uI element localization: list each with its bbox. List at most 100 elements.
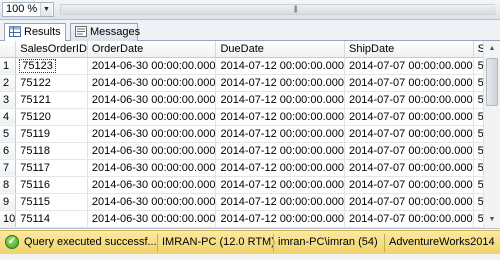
column-header-salesorderid[interactable]: SalesOrderID bbox=[15, 41, 88, 58]
salesorderid-cell[interactable]: 75123 bbox=[15, 57, 88, 75]
column-header-shipdate[interactable]: ShipDate bbox=[344, 41, 474, 58]
duedate-cell[interactable]: 2014-07-12 00:00:00.000 bbox=[215, 159, 346, 177]
results-table: SalesOrderID OrderDate DueDate ShipDate … bbox=[0, 41, 500, 228]
orderdate-cell[interactable]: 2014-06-30 00:00:00.000 bbox=[87, 74, 217, 92]
shipdate-cell-text: 2014-07-07 00:00:00.000 bbox=[349, 93, 473, 106]
column-header-orderdate[interactable]: OrderDate bbox=[87, 41, 217, 58]
salesorderid-cell-text: 75122 bbox=[20, 76, 51, 89]
orderdate-cell-text: 2014-06-30 00:00:00.000 bbox=[91, 93, 216, 106]
salesorderid-cell[interactable]: 75120 bbox=[15, 108, 88, 126]
row-number[interactable]: 2 bbox=[0, 74, 17, 92]
tab-messages-label: Messages bbox=[90, 26, 141, 38]
tab-results[interactable]: Results bbox=[4, 23, 66, 42]
table-row[interactable]: 8 75116 2014-06-30 00:00:00.000 2014-07-12 … bbox=[0, 176, 500, 194]
shipdate-cell[interactable]: 2014-07-07 00:00:00.000 bbox=[344, 91, 474, 109]
messages-icon bbox=[75, 26, 87, 40]
column-header-duedate[interactable]: DueDate bbox=[215, 41, 346, 58]
row-number[interactable]: 3 bbox=[0, 91, 17, 109]
shipdate-cell-text: 2014-07-07 00:00:00.000 bbox=[349, 195, 473, 208]
salesorderid-cell[interactable]: 75119 bbox=[15, 125, 88, 143]
row-number[interactable]: 5 bbox=[0, 125, 17, 143]
table-row[interactable]: 5 75119 2014-06-30 00:00:00.000 2014-07-12 … bbox=[0, 125, 500, 143]
table-row[interactable]: 6 75118 2014-06-30 00:00:00.000 2014-07-12 … bbox=[0, 142, 500, 160]
corner-cell[interactable] bbox=[0, 41, 17, 58]
row-number[interactable]: 4 bbox=[0, 108, 17, 126]
zoom-dropdown[interactable]: 100 % ▼ bbox=[2, 2, 54, 17]
vertical-scroll-thumb[interactable] bbox=[486, 58, 498, 106]
orderdate-cell[interactable]: 2014-06-30 00:00:00.000 bbox=[87, 193, 217, 211]
salesorderid-cell[interactable]: 75122 bbox=[15, 74, 88, 92]
table-row[interactable]: 3 75121 2014-06-30 00:00:00.000 2014-07-12 … bbox=[0, 91, 500, 109]
shipdate-cell[interactable]: 2014-07-07 00:00:00.000 bbox=[344, 142, 474, 160]
orderdate-cell-text: 2014-06-30 00:00:00.000 bbox=[91, 178, 216, 191]
shipdate-cell[interactable]: 2014-07-07 00:00:00.000 bbox=[344, 125, 474, 143]
orderdate-cell[interactable]: 2014-06-30 00:00:00.000 bbox=[87, 57, 217, 75]
salesorderid-cell[interactable]: 75114 bbox=[15, 210, 88, 228]
row-number[interactable]: 7 bbox=[0, 159, 17, 177]
zoom-value: 100 % bbox=[6, 3, 38, 15]
scroll-down-icon[interactable]: ▼ bbox=[484, 212, 500, 228]
orderdate-cell[interactable]: 2014-06-30 00:00:00.000 bbox=[87, 142, 217, 160]
status-bar: ✓ Query executed successf... IMRAN-PC (1… bbox=[0, 230, 500, 254]
shipdate-cell[interactable]: 2014-07-07 00:00:00.000 bbox=[344, 57, 474, 75]
salesorderid-cell[interactable]: 75121 bbox=[15, 91, 88, 109]
horizontal-scroll-thumb[interactable] bbox=[61, 5, 496, 14]
shipdate-cell[interactable]: 2014-07-07 00:00:00.000 bbox=[344, 193, 474, 211]
orderdate-cell[interactable]: 2014-06-30 00:00:00.000 bbox=[87, 210, 217, 228]
duedate-cell[interactable]: 2014-07-12 00:00:00.000 bbox=[215, 57, 346, 75]
results-grid[interactable]: SalesOrderID OrderDate DueDate ShipDate … bbox=[0, 41, 500, 229]
tab-messages[interactable]: Messages bbox=[70, 23, 141, 41]
table-row[interactable]: 4 75120 2014-06-30 00:00:00.000 2014-07-12 … bbox=[0, 108, 500, 126]
row-number[interactable]: 1 bbox=[0, 57, 17, 75]
orderdate-cell[interactable]: 2014-06-30 00:00:00.000 bbox=[87, 91, 217, 109]
scroll-up-icon[interactable]: ▲ bbox=[484, 41, 500, 57]
orderdate-cell-text: 2014-06-30 00:00:00.000 bbox=[91, 76, 216, 89]
chevron-down-icon[interactable]: ▼ bbox=[40, 3, 52, 16]
shipdate-cell[interactable]: 2014-07-07 00:00:00.000 bbox=[344, 159, 474, 177]
row-number[interactable]: 6 bbox=[0, 142, 17, 160]
salesorderid-cell-text: 75117 bbox=[20, 161, 51, 174]
table-row[interactable]: 10 75114 2014-06-30 00:00:00.000 2014-07-12… bbox=[0, 210, 500, 228]
shipdate-cell[interactable]: 2014-07-07 00:00:00.000 bbox=[344, 176, 474, 194]
duedate-cell-text: 2014-07-12 00:00:00.000 bbox=[220, 178, 345, 191]
duedate-cell[interactable]: 2014-07-12 00:00:00.000 bbox=[215, 125, 346, 143]
salesorderid-cell[interactable]: 75115 bbox=[15, 193, 88, 211]
duedate-cell[interactable]: 2014-07-12 00:00:00.000 bbox=[215, 210, 346, 228]
duedate-cell[interactable]: 2014-07-12 00:00:00.000 bbox=[215, 74, 346, 92]
row-number[interactable]: 8 bbox=[0, 176, 17, 194]
horizontal-scrollbar[interactable]: ||| bbox=[60, 4, 496, 15]
orderdate-cell-text: 2014-06-30 00:00:00.000 bbox=[91, 127, 216, 140]
salesorderid-cell[interactable]: 75118 bbox=[15, 142, 88, 160]
table-row[interactable]: 1 75123 2014-06-30 00:00:00.000 2014-07-12 … bbox=[0, 57, 500, 75]
table-row[interactable]: 9 75115 2014-06-30 00:00:00.000 2014-07-12 … bbox=[0, 193, 500, 211]
table-row[interactable]: 7 75117 2014-06-30 00:00:00.000 2014-07-12 … bbox=[0, 159, 500, 177]
salesorderid-cell-text: 75114 bbox=[20, 212, 51, 225]
row-number-text: 6 bbox=[3, 144, 10, 157]
salesorderid-cell[interactable]: 75117 bbox=[15, 159, 88, 177]
row-number-text: 2 bbox=[3, 76, 10, 89]
duedate-cell-text: 2014-07-12 00:00:00.000 bbox=[220, 59, 345, 72]
duedate-cell[interactable]: 2014-07-12 00:00:00.000 bbox=[215, 91, 346, 109]
row-number-text: 3 bbox=[3, 93, 10, 106]
status-divider bbox=[384, 234, 385, 252]
row-number[interactable]: 10 bbox=[0, 210, 17, 228]
table-row[interactable]: 2 75122 2014-06-30 00:00:00.000 2014-07-12 … bbox=[0, 74, 500, 92]
shipdate-cell[interactable]: 2014-07-07 00:00:00.000 bbox=[344, 210, 474, 228]
orderdate-cell[interactable]: 2014-06-30 00:00:00.000 bbox=[87, 159, 217, 177]
shipdate-cell[interactable]: 2014-07-07 00:00:00.000 bbox=[344, 74, 474, 92]
duedate-cell[interactable]: 2014-07-12 00:00:00.000 bbox=[215, 176, 346, 194]
vertical-scrollbar[interactable]: ▲ ▼ bbox=[483, 41, 500, 228]
orderdate-cell[interactable]: 2014-06-30 00:00:00.000 bbox=[87, 125, 217, 143]
shipdate-cell[interactable]: 2014-07-07 00:00:00.000 bbox=[344, 108, 474, 126]
shipdate-cell-text: 2014-07-07 00:00:00.000 bbox=[349, 127, 473, 140]
duedate-cell[interactable]: 2014-07-12 00:00:00.000 bbox=[215, 142, 346, 160]
row-number[interactable]: 9 bbox=[0, 193, 17, 211]
orderdate-cell-text: 2014-06-30 00:00:00.000 bbox=[91, 161, 216, 174]
salesorderid-cell-text: 75119 bbox=[20, 127, 51, 140]
duedate-cell[interactable]: 2014-07-12 00:00:00.000 bbox=[215, 193, 346, 211]
salesorderid-cell[interactable]: 75116 bbox=[15, 176, 88, 194]
duedate-cell[interactable]: 2014-07-12 00:00:00.000 bbox=[215, 108, 346, 126]
status-server: IMRAN-PC (12.0 RTM) bbox=[162, 236, 275, 248]
orderdate-cell[interactable]: 2014-06-30 00:00:00.000 bbox=[87, 176, 217, 194]
orderdate-cell[interactable]: 2014-06-30 00:00:00.000 bbox=[87, 108, 217, 126]
